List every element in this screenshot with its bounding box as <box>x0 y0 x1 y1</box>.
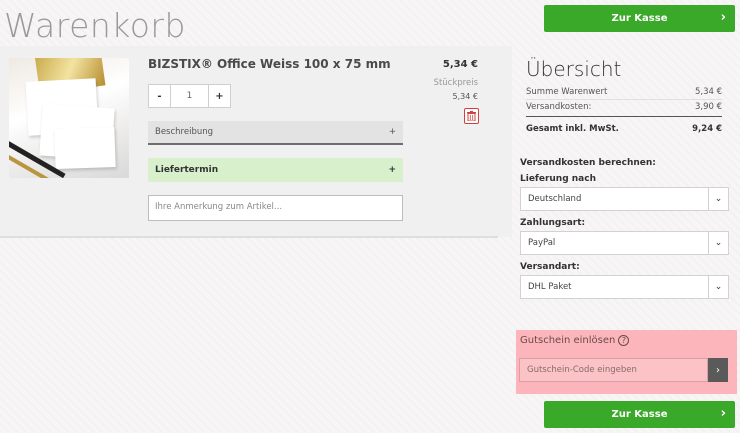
delivery-date-accordion[interactable]: Liefertermin + <box>148 158 403 182</box>
cart-divider <box>0 236 498 238</box>
unit-price: 5,34 € <box>452 92 478 101</box>
shipping-method-select-value: DHL Paket <box>528 282 572 292</box>
chevron-down-icon: ⌄ <box>708 232 728 254</box>
payment-select[interactable]: PayPal ⌄ <box>520 231 729 255</box>
voucher-title-label: Gutschein einlösen <box>520 335 616 346</box>
summary-goods-value: 5,34 € <box>694 87 722 97</box>
product-name[interactable]: BIZSTIX® Office Weiss 100 x 75 mm <box>148 57 391 71</box>
voucher-submit-button[interactable]: › <box>708 358 728 382</box>
quantity-increase-button[interactable]: + <box>208 84 231 108</box>
quantity-stepper: - 1 + <box>148 84 231 108</box>
voucher-title: Gutschein einlösen ? <box>520 335 630 346</box>
summary-title: Übersicht <box>526 57 622 81</box>
voucher-code-input[interactable]: Gutschein-Code eingeben <box>519 358 708 382</box>
summary-shipping-label: Versandkosten: <box>526 102 592 112</box>
voucher-box: Gutschein einlösen ? Gutschein-Code eing… <box>516 330 737 394</box>
checkout-button-top[interactable]: Zur Kasse › <box>544 5 735 32</box>
quantity-decrease-button[interactable]: - <box>148 84 171 108</box>
description-label: Beschreibung <box>155 127 214 137</box>
checkout-button-bottom[interactable]: Zur Kasse › <box>544 401 735 428</box>
summary-total-row: Gesamt inkl. MwSt. 9,24 € <box>526 124 722 134</box>
chevron-right-icon: › <box>716 364 720 376</box>
product-image[interactable] <box>9 58 129 178</box>
delivery-date-label: Liefertermin <box>155 165 219 175</box>
summary-shipping-row: Versandkosten: 3,90 € <box>526 102 722 117</box>
shipping-method-label: Versandart: <box>520 262 580 272</box>
unit-price-label: Stückpreis <box>433 78 478 88</box>
chevron-right-icon: › <box>720 10 726 25</box>
delete-item-button[interactable] <box>464 108 479 124</box>
description-accordion[interactable]: Beschreibung + <box>148 121 403 145</box>
checkout-button-label: Zur Kasse <box>611 13 668 24</box>
country-select-value: Deutschland <box>528 194 582 204</box>
checkout-button-label: Zur Kasse <box>611 409 668 420</box>
summary-shipping-value: 3,90 € <box>694 102 722 112</box>
help-icon[interactable]: ? <box>618 335 630 346</box>
expand-icon: + <box>388 165 396 175</box>
page-title: Warenkorb <box>4 6 186 45</box>
country-label: Lieferung nach <box>520 174 596 184</box>
trash-icon <box>467 111 476 121</box>
item-note-textarea[interactable]: Ihre Anmerkung zum Artikel... <box>148 195 403 221</box>
payment-label: Zahlungsart: <box>520 218 586 228</box>
chevron-down-icon: ⌄ <box>708 276 728 298</box>
expand-icon: + <box>388 127 396 137</box>
product-price: 5,34 € <box>442 59 478 70</box>
shipping-calc-heading: Versandkosten berechnen: <box>520 158 656 168</box>
chevron-right-icon: › <box>720 406 726 421</box>
chevron-down-icon: ⌄ <box>708 188 728 210</box>
summary-goods-label: Summe Warenwert <box>526 87 608 97</box>
country-select[interactable]: Deutschland ⌄ <box>520 187 729 211</box>
summary-goods-row: Summe Warenwert 5,34 € <box>526 87 722 100</box>
summary-total-value: 9,24 € <box>692 124 722 134</box>
payment-select-value: PayPal <box>528 238 556 248</box>
quantity-input[interactable]: 1 <box>171 84 208 108</box>
shipping-method-select[interactable]: DHL Paket ⌄ <box>520 275 729 299</box>
summary-total-label: Gesamt inkl. MwSt. <box>526 124 619 134</box>
